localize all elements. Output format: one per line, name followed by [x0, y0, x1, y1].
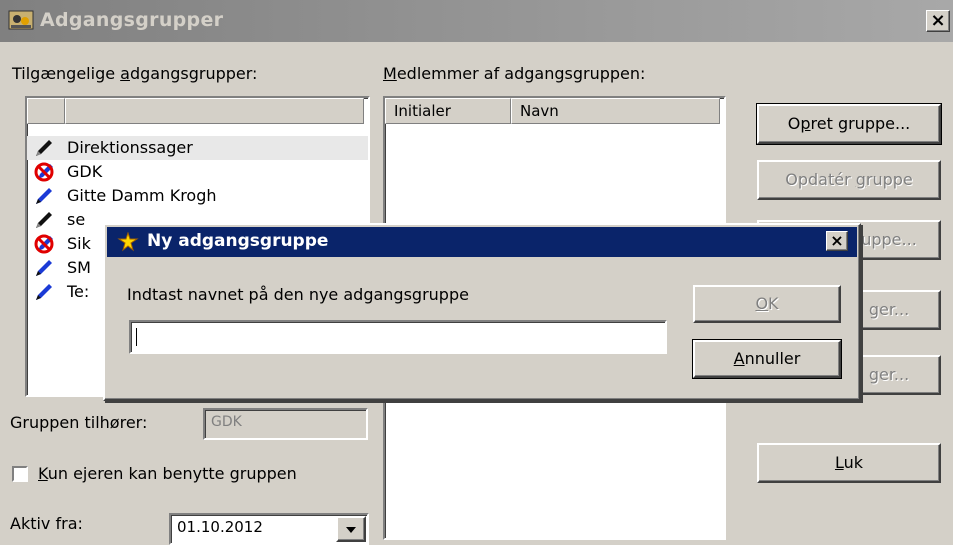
cancel-button[interactable]: Annuller — [692, 339, 842, 379]
pen-blue-icon — [36, 260, 52, 276]
chevron-down-icon — [346, 527, 356, 533]
groups-list-header-name-col[interactable] — [65, 98, 364, 124]
groups-list-header-icon-col[interactable] — [27, 98, 65, 124]
keys-icon — [117, 232, 139, 252]
active-from-label: Aktiv fra: — [10, 514, 83, 533]
window-title: Adgangsgrupper — [40, 9, 224, 31]
text-caret — [136, 328, 137, 346]
pen-blue-icon — [36, 188, 52, 204]
members-label: Medlemmer af adgangsgruppen: — [383, 64, 646, 83]
dialog-title-bar: Ny adgangsgruppe × — [107, 227, 857, 257]
update-group-button[interactable]: Opdatér gruppe — [757, 160, 941, 200]
dialog-title: Ny adgangsgruppe — [147, 231, 329, 251]
new-group-name-input[interactable] — [129, 320, 667, 354]
pen-black-icon — [36, 212, 52, 228]
members-col-name[interactable]: Navn — [511, 98, 720, 124]
forbidden-pen-icon — [34, 234, 54, 254]
members-col-initials[interactable]: Initialer — [385, 98, 511, 124]
date-dropdown-button[interactable] — [336, 516, 366, 542]
list-item[interactable]: Direktionssager — [27, 136, 368, 160]
create-group-button[interactable]: Opret gruppe... — [756, 103, 942, 145]
owner-field: GDK — [203, 408, 368, 440]
owner-only-checkbox[interactable] — [12, 466, 28, 482]
new-group-dialog: Ny adgangsgruppe × Indtast navnet på den… — [103, 223, 861, 401]
ok-button[interactable]: OK — [693, 285, 841, 323]
owner-label: Gruppen tilhører: — [10, 413, 148, 432]
list-item[interactable]: Gitte Damm Krogh — [27, 184, 368, 208]
forbidden-pen-icon — [34, 162, 54, 182]
dialog-prompt: Indtast navnet på den nye adgangsgruppe — [127, 285, 469, 304]
pen-blue-icon — [36, 284, 52, 300]
close-button[interactable]: Luk — [757, 443, 941, 483]
pen-black-icon — [36, 140, 52, 156]
owner-only-label: Kun ejeren kan benytte gruppen — [38, 464, 297, 483]
list-item[interactable]: GDK — [27, 160, 368, 184]
main-title-bar: Adgangsgrupper × — [0, 0, 953, 42]
groups-label: Tilgængelige adgangsgrupper: — [12, 64, 258, 83]
dialog-close-button[interactable]: × — [826, 231, 848, 251]
window-close-button[interactable]: × — [926, 10, 950, 32]
keys-icon — [8, 10, 34, 30]
